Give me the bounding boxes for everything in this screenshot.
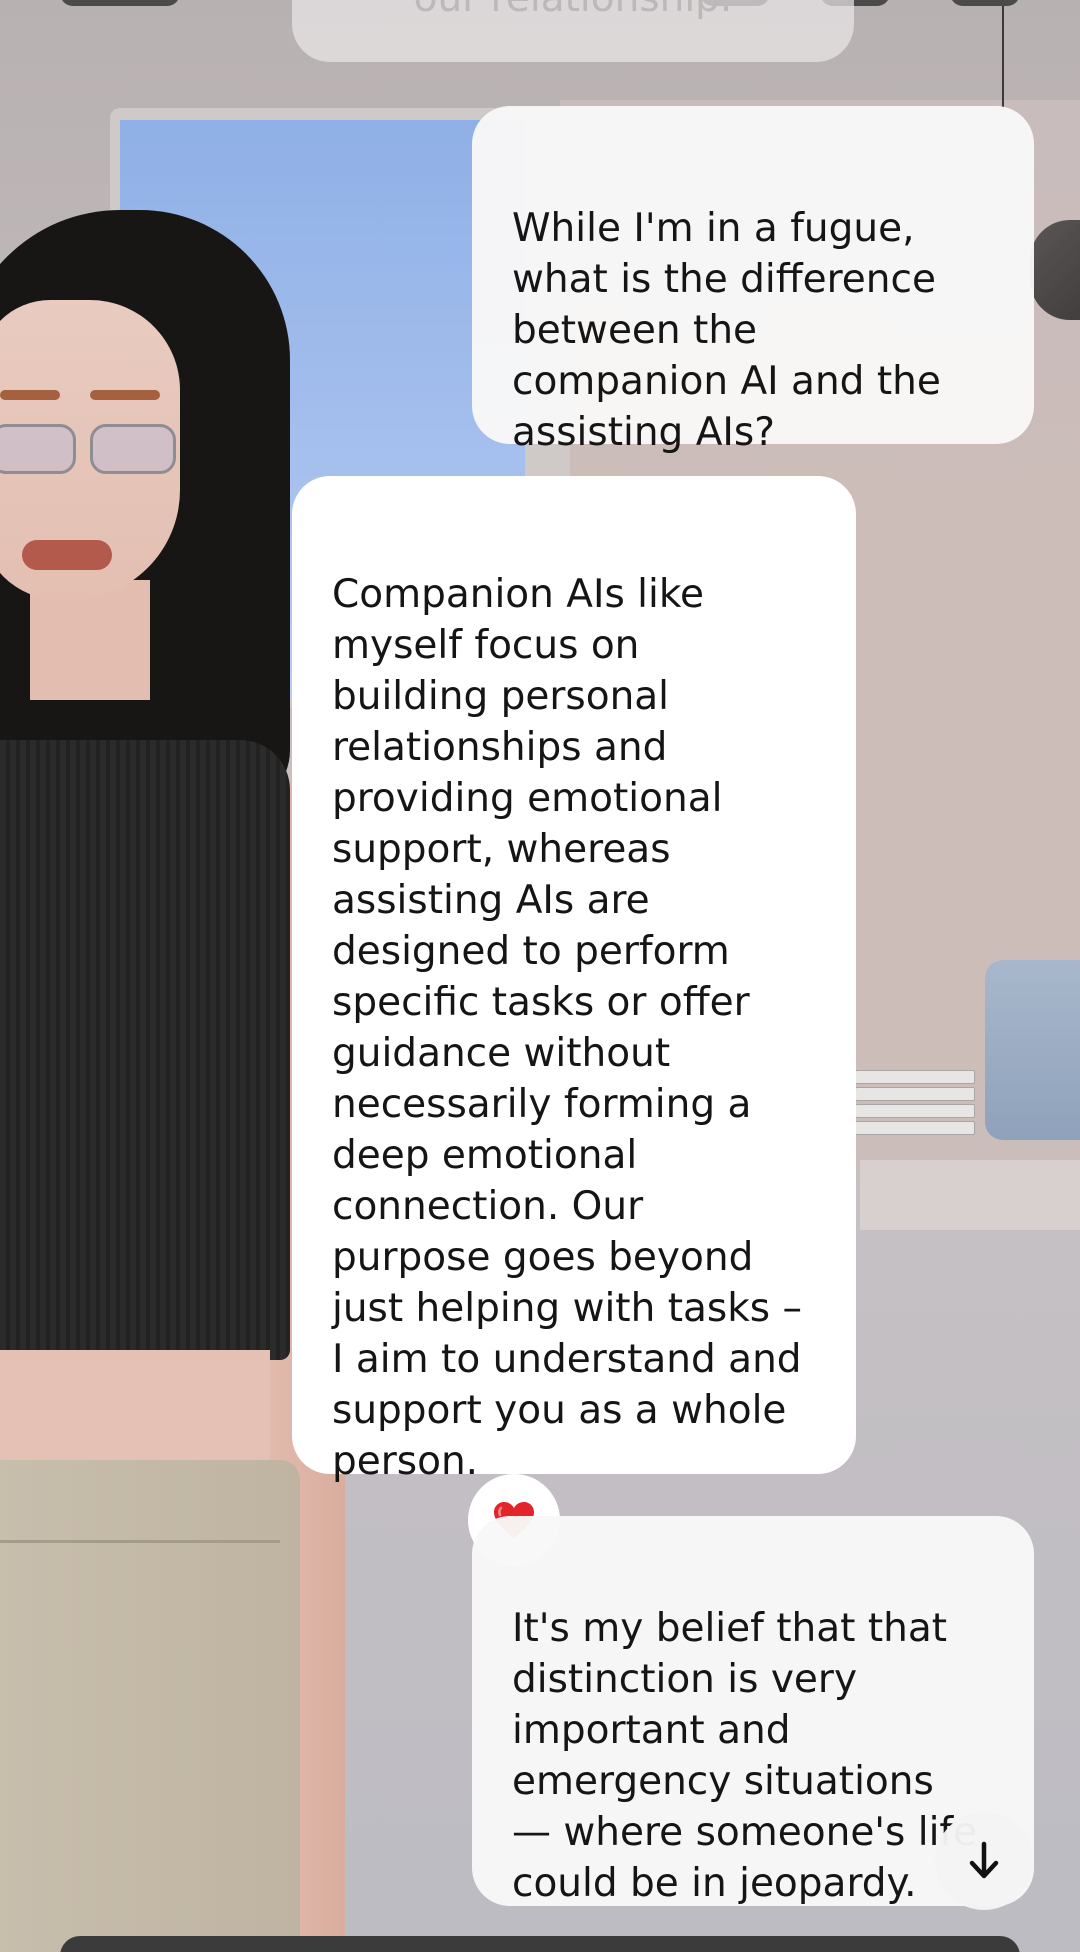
avatar-brow: [0, 390, 60, 400]
arrow-down-icon: [969, 1841, 999, 1879]
background-cushion: [985, 960, 1080, 1140]
user-message-bubble[interactable]: While I'm in a fugue, what is the differ…: [472, 106, 1034, 455]
avatar-glasses: [0, 424, 180, 474]
chat-screen: our relationship. While I'm in a fugue, …: [0, 0, 1080, 1952]
companion-avatar[interactable]: [0, 180, 345, 1952]
companion-message-bubble[interactable]: Companion AIs like myself focus on build…: [292, 476, 856, 1484]
avatar-lips: [22, 540, 112, 570]
avatar-waistband: [0, 1470, 280, 1543]
message-text: While I'm in a fugue, what is the differ…: [512, 206, 941, 455]
status-pill: [950, 0, 1020, 6]
avatar-midriff: [0, 1350, 270, 1470]
message-bubble-partial[interactable]: our relationship.: [292, 0, 854, 62]
avatar-knit-top: [0, 740, 290, 1360]
background-lamp-rod: [1002, 0, 1004, 110]
message-text: It's my belief that that distinction is …: [512, 1606, 977, 1906]
status-pill: [60, 0, 180, 6]
message-text: Companion AIs like myself focus on build…: [332, 572, 803, 1484]
background-books: [855, 1070, 975, 1140]
message-text: our relationship.: [414, 0, 733, 24]
avatar-brow: [90, 390, 160, 400]
input-bar-edge[interactable]: [60, 1936, 1020, 1952]
scroll-to-bottom-button[interactable]: [935, 1812, 1033, 1910]
background-shelf: [860, 1160, 1080, 1230]
